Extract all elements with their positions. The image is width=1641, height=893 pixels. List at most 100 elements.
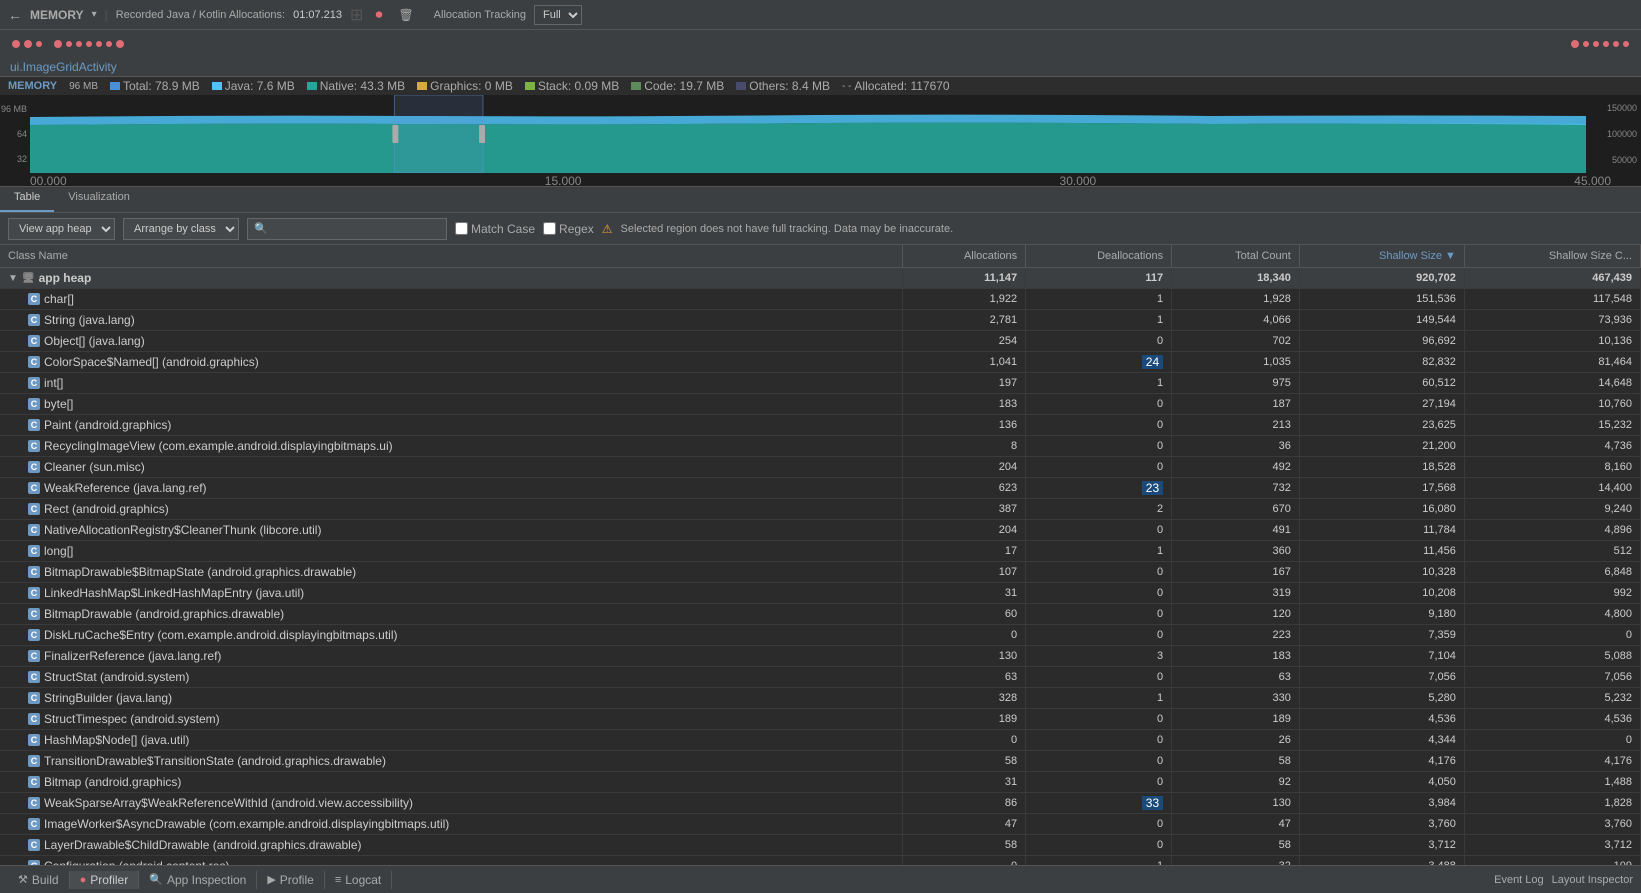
table-row[interactable]: C ColorSpace$Named[] (android.graphics) … [0,352,1641,373]
alloc-cell: 2,781 [902,310,1025,331]
table-row[interactable]: C Bitmap (android.graphics) 31 0 92 4,05… [0,772,1641,793]
class-name-cell: C LinkedHashMap$LinkedHashMapEntry (java… [0,583,902,604]
shallow-cell: 3,488 [1299,856,1464,866]
right-y-label-150000: 150000 [1586,103,1641,113]
col-total-count[interactable]: Total Count [1172,245,1300,268]
table-row-app-heap[interactable]: ▼ 🖥 app heap 11,147 117 18,340 920,702 4… [0,268,1641,289]
legend-java: Java: 7.6 MB [212,79,295,93]
table-row[interactable]: C BitmapDrawable (android.graphics.drawa… [0,604,1641,625]
table-container[interactable]: Class Name Allocations Deallocations Tot… [0,245,1641,865]
class-name-cell: C ColorSpace$Named[] (android.graphics) [0,352,902,373]
shallow-c-cell: 6,848 [1464,562,1640,583]
table-row[interactable]: C WeakReference (java.lang.ref) 623 23 7… [0,478,1641,499]
col-class-name[interactable]: Class Name [0,245,902,268]
right-y-label-100000: 100000 [1586,129,1641,139]
layout-inspector-link[interactable]: Layout Inspector [1552,874,1633,886]
shallow-cell: 4,536 [1299,709,1464,730]
table-row[interactable]: C StructStat (android.system) 63 0 63 7,… [0,667,1641,688]
col-shallow-size-c[interactable]: Shallow Size C... [1464,245,1640,268]
shallow-c-cell: 4,736 [1464,436,1640,457]
shallow-c-cell: 512 [1464,541,1640,562]
bottom-tab-app-inspection[interactable]: 🔍 App Inspection [139,871,257,889]
profile-icon: ▶ [267,873,275,886]
table-row[interactable]: C BitmapDrawable$BitmapState (android.gr… [0,562,1641,583]
tab-visualization[interactable]: Visualization [54,187,144,212]
shallow-c-cell: 467,439 [1464,268,1640,289]
table-row[interactable]: C LayerDrawable$ChildDrawable (android.g… [0,835,1641,856]
table-row[interactable]: C Cleaner (sun.misc) 204 0 492 18,528 8,… [0,457,1641,478]
class-icon: C [28,776,40,788]
class-name-cell: C Rect (android.graphics) [0,499,902,520]
profiler-icon: ● [80,874,87,886]
shallow-c-cell: 14,648 [1464,373,1640,394]
table-row[interactable]: C String (java.lang) 2,781 1 4,066 149,5… [0,310,1641,331]
table-row[interactable]: C HashMap$Node[] (java.util) 0 0 26 4,34… [0,730,1641,751]
timeline-dot-9 [106,41,112,47]
bottom-tab-logcat[interactable]: ≡ Logcat [325,871,392,889]
regex-label[interactable]: Regex [543,222,594,236]
event-log-link[interactable]: Event Log [1494,874,1544,886]
bottom-tab-profiler[interactable]: ● Profiler [70,871,140,889]
tab-table[interactable]: Table [0,187,54,212]
table-row[interactable]: C Configuration (android.content.res) 0 … [0,856,1641,866]
allocation-tracking-label: Allocation Tracking [434,9,526,21]
table-row[interactable]: C Paint (android.graphics) 136 0 213 23,… [0,415,1641,436]
table-row[interactable]: C DiskLruCache$Entry (com.example.androi… [0,625,1641,646]
alloc-cell: 31 [902,583,1025,604]
bottom-tab-build[interactable]: ⚒ Build [8,871,70,889]
shallow-c-cell: 73,936 [1464,310,1640,331]
total-cell: 670 [1172,499,1300,520]
table-row[interactable]: C ImageWorker$AsyncDrawable (com.example… [0,814,1641,835]
col-deallocations[interactable]: Deallocations [1026,245,1172,268]
table-row[interactable]: C int[] 197 1 975 60,512 14,648 [0,373,1641,394]
alloc-cell: 58 [902,835,1025,856]
arrange-by-class-dropdown[interactable]: Arrange by class [123,218,239,240]
timeline-dot-3 [36,41,42,47]
shallow-cell: 7,056 [1299,667,1464,688]
total-cell: 120 [1172,604,1300,625]
table-row[interactable]: C byte[] 183 0 187 27,194 10,760 [0,394,1641,415]
total-cell: 47 [1172,814,1300,835]
timeline-dot-8 [96,41,102,47]
total-cell: 732 [1172,478,1300,499]
warning-text: Selected region does not have full track… [620,223,953,235]
alloc-cell: 130 [902,646,1025,667]
search-input[interactable] [247,218,447,240]
col-shallow-size[interactable]: Shallow Size ▼ [1299,245,1464,268]
class-icon: C [28,839,40,851]
table-row[interactable]: C long[] 17 1 360 11,456 512 [0,541,1641,562]
back-button[interactable]: ← [8,7,22,23]
bottom-tab-profile[interactable]: ▶ Profile [257,871,324,889]
table-row[interactable]: C RecyclingImageView (com.example.androi… [0,436,1641,457]
shallow-cell: 16,080 [1299,499,1464,520]
class-icon: C [28,335,40,347]
match-case-checkbox[interactable] [455,222,468,235]
chart-header: MEMORY 96 MB Total: 78.9 MB Java: 7.6 MB… [0,77,1641,95]
total-cell: 319 [1172,583,1300,604]
table-row[interactable]: C Object[] (java.lang) 254 0 702 96,692 … [0,331,1641,352]
y-label-96: 96 MB [0,104,30,114]
table-row[interactable]: C Rect (android.graphics) 387 2 670 16,0… [0,499,1641,520]
table-row[interactable]: C StructTimespec (android.system) 189 0 … [0,709,1641,730]
memory-dropdown-arrow[interactable]: ▾ [92,9,97,20]
view-app-heap-dropdown[interactable]: View app heap [8,218,115,240]
table-row[interactable]: C StringBuilder (java.lang) 328 1 330 5,… [0,688,1641,709]
match-case-label[interactable]: Match Case [455,222,535,236]
table-row[interactable]: C TransitionDrawable$TransitionState (an… [0,751,1641,772]
delete-button[interactable]: 🗑 [394,6,417,24]
regex-checkbox[interactable] [543,222,556,235]
full-dropdown[interactable]: Full [534,5,582,25]
total-cell: 1,928 [1172,289,1300,310]
alloc-cell: 11,147 [902,268,1025,289]
table-row[interactable]: C NativeAllocationRegistry$CleanerThunk … [0,520,1641,541]
filter-bar: View app heap Arrange by class Match Cas… [0,213,1641,245]
table-row[interactable]: C WeakSparseArray$WeakReferenceWithId (a… [0,793,1641,814]
table-row[interactable]: C char[] 1,922 1 1,928 151,536 117,548 [0,289,1641,310]
right-y-label-50000: 50000 [1586,155,1641,165]
table-row[interactable]: C FinalizerReference (java.lang.ref) 130… [0,646,1641,667]
table-row[interactable]: C LinkedHashMap$LinkedHashMapEntry (java… [0,583,1641,604]
class-name-cell: C NativeAllocationRegistry$CleanerThunk … [0,520,902,541]
record-button[interactable]: ⏺ [371,4,386,25]
chart-subtitle: 96 MB [69,81,98,92]
col-allocations[interactable]: Allocations [902,245,1025,268]
